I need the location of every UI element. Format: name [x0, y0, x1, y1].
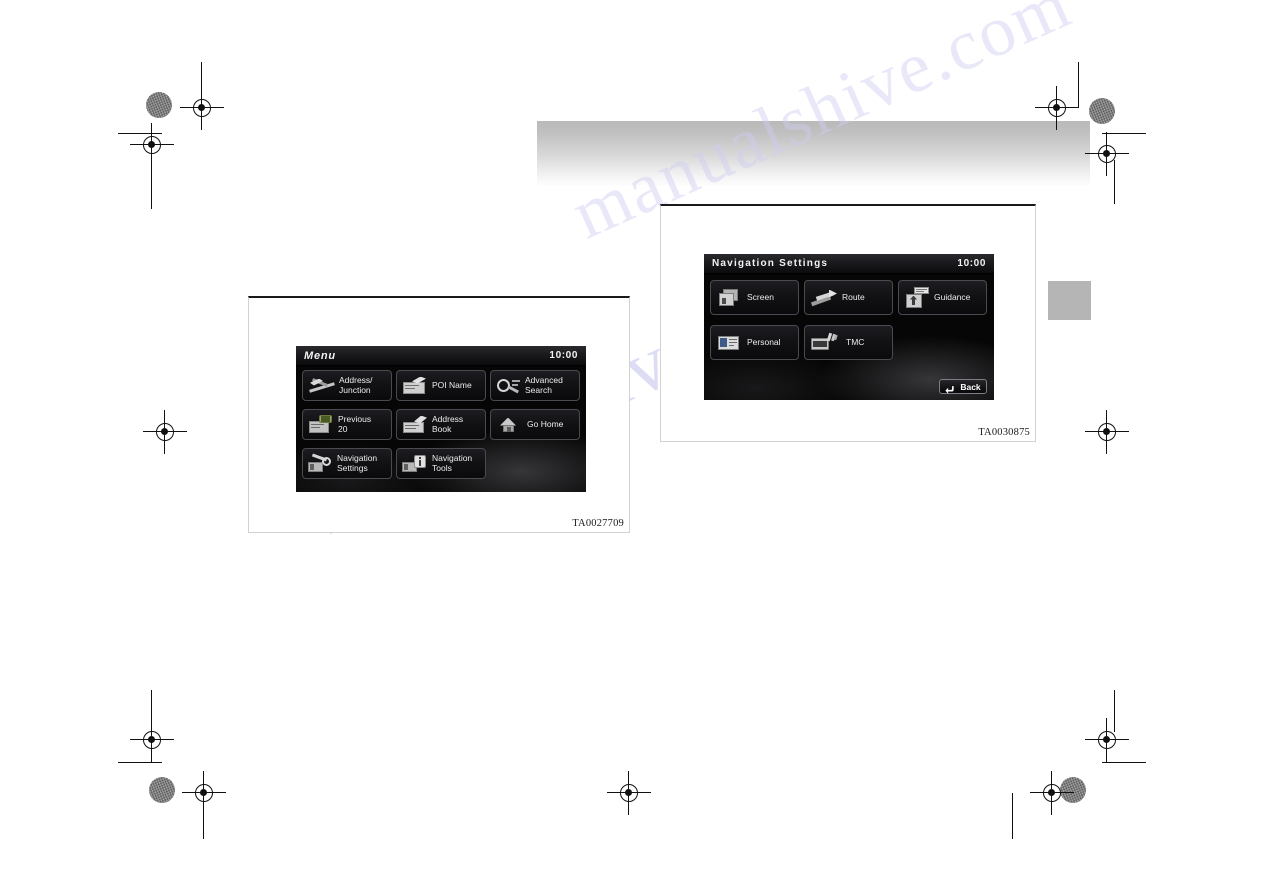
menu-screen-title: Menu — [304, 349, 336, 362]
poi-flag-icon — [401, 374, 429, 398]
tmc-broadcast-icon — [810, 330, 840, 356]
navigation-settings-title-bar: Navigation Settings 10:00 — [704, 254, 994, 274]
menu-button-label: Advanced Search — [525, 374, 563, 395]
back-button-label: Back — [960, 381, 981, 392]
screen-stack-icon — [716, 285, 742, 311]
manual-page: manualshive manualshive.com — [0, 0, 1263, 893]
settings-button-personal[interactable]: Personal — [710, 325, 799, 360]
id-card-icon — [716, 330, 742, 356]
menu-button-label: Go Home — [527, 418, 564, 429]
chapter-edge-tab — [1048, 281, 1091, 320]
guidance-sign-icon — [904, 285, 930, 311]
figure-code: TA0027709 — [572, 518, 624, 529]
header-band — [537, 121, 1090, 187]
figure-navigation-settings: Navigation Settings 10:00 Screen Route G… — [660, 204, 1036, 442]
menu-button-address-junction[interactable]: Address/ Junction — [302, 370, 392, 401]
wrench-gear-icon — [307, 452, 335, 476]
address-book-icon — [401, 413, 429, 437]
back-button[interactable]: Back — [939, 379, 987, 394]
settings-button-label: TMC — [846, 336, 865, 347]
figure-code: TA0030875 — [978, 427, 1030, 438]
settings-button-route[interactable]: Route — [804, 280, 893, 315]
settings-button-label: Route — [842, 291, 865, 302]
menu-button-grid: Address/ Junction POI Name Advanced Sear… — [302, 370, 580, 479]
menu-button-navigation-tools[interactable]: Navigation Tools — [396, 448, 486, 479]
navigation-settings-button-grid: Screen Route Guidance Personal TMC — [710, 280, 988, 360]
figure-menu: Menu 10:00 Address/ Junction POI Name Ad… — [248, 296, 630, 533]
menu-button-label: POI Name — [432, 379, 472, 390]
magnifier-icon — [495, 374, 523, 398]
menu-button-label: Address Book — [432, 413, 464, 434]
menu-button-address-book[interactable]: Address Book — [396, 409, 486, 440]
navigation-settings-clock: 10:00 — [957, 258, 986, 269]
info-tools-icon — [401, 452, 429, 476]
navigation-settings-screen: Navigation Settings 10:00 Screen Route G… — [704, 254, 994, 400]
menu-button-label: Navigation Settings — [337, 452, 378, 473]
menu-button-label: Previous 20 — [338, 413, 372, 434]
settings-button-guidance[interactable]: Guidance — [898, 280, 987, 315]
settings-button-label: Screen — [747, 291, 774, 302]
navigation-settings-screen-title: Navigation Settings — [712, 258, 829, 269]
menu-clock: 10:00 — [549, 350, 578, 361]
settings-button-label: Personal — [747, 336, 781, 347]
menu-button-poi-name[interactable]: POI Name — [396, 370, 486, 401]
menu-title-bar: Menu 10:00 — [296, 346, 586, 366]
settings-button-label: Guidance — [934, 291, 971, 302]
settings-button-tmc[interactable]: TMC — [804, 325, 893, 360]
menu-button-go-home[interactable]: Go Home — [490, 409, 580, 440]
home-icon — [495, 413, 523, 437]
road-junction-icon — [307, 374, 337, 398]
route-arrow-icon — [810, 285, 838, 311]
menu-button-advanced-search[interactable]: Advanced Search — [490, 370, 580, 401]
return-arrow-icon — [945, 382, 956, 394]
previous-list-icon — [307, 413, 335, 437]
menu-button-previous-20[interactable]: Previous 20 — [302, 409, 392, 440]
menu-button-label: Address/ Junction — [339, 374, 373, 395]
menu-screen: Menu 10:00 Address/ Junction POI Name Ad… — [296, 346, 586, 492]
menu-button-navigation-settings[interactable]: Navigation Settings — [302, 448, 392, 479]
settings-button-screen[interactable]: Screen — [710, 280, 799, 315]
menu-button-label: Navigation Tools — [432, 452, 473, 473]
